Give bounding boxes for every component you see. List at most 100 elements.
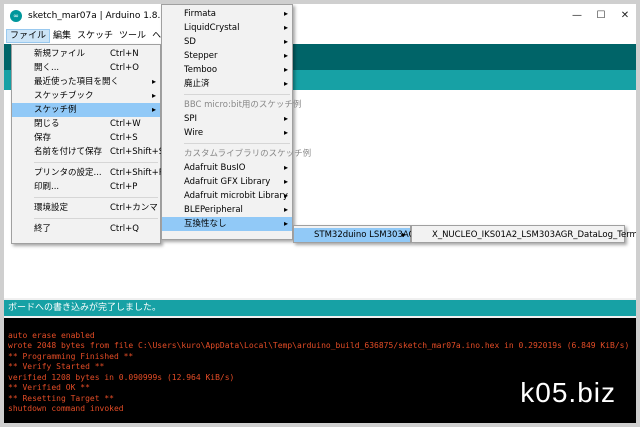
examples-item[interactable]: Firmata ▸ [162, 7, 292, 21]
examples-item[interactable]: SD ▸ [162, 35, 292, 49]
examples-item[interactable]: 廃止済 ▸ [162, 77, 292, 91]
menu-item-label: 名前を付けて保存 [34, 147, 103, 157]
minimize-icon[interactable]: — [570, 8, 584, 22]
menu-item-label: 終了 [34, 224, 52, 234]
menu-item-new[interactable]: 新規ファイル Ctrl+N [12, 47, 160, 61]
menu-item-open-recent[interactable]: 最近使った項目を開く ▸ [12, 75, 160, 89]
menu-item-examples[interactable]: スケッチ例 ▸ [12, 103, 160, 117]
chevron-right-icon: ▸ [151, 105, 156, 114]
console-line: wrote 2048 bytes from file C:\Users\kuro… [8, 341, 630, 350]
menu-sketch[interactable]: スケッチ [74, 29, 116, 43]
console-line: ** Verify Started ** [8, 362, 105, 371]
menu-edit[interactable]: 編集 [50, 29, 74, 43]
menu-item-label: 印刷... [34, 182, 60, 192]
menu-tools[interactable]: ツール [116, 29, 149, 43]
menu-item-label: 新規ファイル [34, 49, 86, 59]
menu-item-label: LiquidCrystal [184, 23, 240, 33]
window-controls: — ☐ ✕ [570, 8, 632, 22]
menu-item-label: SD [184, 37, 196, 47]
menu-item-shortcut: Ctrl+N [110, 49, 139, 59]
examples-item[interactable]: LiquidCrystal ▸ [162, 21, 292, 35]
chevron-right-icon: ▸ [401, 230, 406, 239]
menu-item-shortcut: Ctrl+P [110, 182, 138, 192]
chevron-right-icon: ▸ [283, 65, 288, 74]
examples-item[interactable]: Temboo ▸ [162, 63, 292, 77]
status-message: ボードへの書き込みが完了しました。 [4, 300, 636, 316]
menu-item-open[interactable]: 開く... Ctrl+O [12, 61, 160, 75]
menu-item-label: Wire [184, 128, 204, 138]
chevron-right-icon: ▸ [283, 128, 288, 137]
menu-item-label: 閉じる [34, 119, 60, 129]
menu-item-sketchbook[interactable]: スケッチブック ▸ [12, 89, 160, 103]
file-menu: 新規ファイル Ctrl+N 開く... Ctrl+O 最近使った項目を開く ▸ スケッ… [11, 44, 164, 244]
incompatible-submenu: STM32duino LSM303AGR ▸ [293, 225, 421, 243]
close-icon[interactable]: ✕ [618, 8, 632, 22]
menu-item-label: Firmata [184, 9, 217, 19]
menu-separator [34, 197, 158, 198]
examples-item[interactable]: Wire ▸ [162, 126, 292, 140]
examples-section-header: カスタムライブラリのスケッチ例 [184, 149, 312, 159]
examples-item[interactable]: SPI ▸ [162, 112, 292, 126]
menu-item-label: 廃止済 [184, 79, 210, 89]
menu-item-label: プリンタの設定... [34, 168, 102, 178]
menu-item-label: 環境設定 [34, 203, 69, 213]
chevron-right-icon: ▸ [283, 219, 288, 228]
menu-item-label: SPI [184, 114, 198, 124]
chevron-right-icon: ▸ [151, 91, 156, 100]
chevron-right-icon: ▸ [283, 9, 288, 18]
menu-separator [34, 218, 158, 219]
menu-item-save-as[interactable]: 名前を付けて保存 Ctrl+Shift+S [12, 145, 164, 159]
menu-item-close[interactable]: 閉じる Ctrl+W [12, 117, 160, 131]
menu-file[interactable]: ファイル [6, 29, 51, 43]
menu-item-print[interactable]: 印刷... Ctrl+P [12, 180, 160, 194]
arduino-icon: ∞ [10, 10, 22, 22]
menu-item-label: BLEPeripheral [184, 205, 243, 215]
menu-item-label: X_NUCLEO_IKS01A2_LSM303AGR_DataLog_Termi… [432, 230, 640, 240]
chevron-right-icon: ▸ [283, 191, 288, 200]
menu-item-shortcut: Ctrl+カンマ [110, 203, 158, 213]
chevron-right-icon: ▸ [283, 205, 288, 214]
menu-item-save[interactable]: 保存 Ctrl+S [12, 131, 160, 145]
examples-item[interactable]: BLEPeripheral ▸ [162, 203, 292, 217]
menu-item-preferences[interactable]: 環境設定 Ctrl+カンマ [12, 201, 160, 215]
submenu-item-stm32duino-lsm303agr[interactable]: STM32duino LSM303AGR ▸ [294, 228, 421, 242]
menu-separator [184, 143, 290, 144]
menu-item-label: 保存 [34, 133, 52, 143]
maximize-icon[interactable]: ☐ [594, 8, 608, 22]
menu-bar: ファイル 編集 スケッチ ツール ヘルプ [4, 28, 636, 44]
menu-item-label: スケッチ例 [34, 105, 77, 115]
chevron-right-icon: ▸ [283, 37, 288, 46]
menu-item-label: 互換性なし [184, 219, 227, 229]
examples-item[interactable]: Stepper ▸ [162, 49, 292, 63]
menu-item-shortcut: Ctrl+O [110, 63, 139, 73]
menu-item-label: スケッチブック [34, 91, 94, 101]
menu-item-label: 開く... [34, 63, 60, 73]
title-bar: ∞ sketch_mar07a | Arduino 1.8.13 — ☐ ✕ [4, 4, 636, 28]
menu-item-label: 最近使った項目を開く [34, 77, 120, 87]
examples-item[interactable]: Adafruit microbit Library ▸ [162, 189, 292, 203]
menu-item-label: Adafruit BusIO [184, 163, 246, 173]
menu-item-shortcut: Ctrl+W [110, 119, 141, 129]
menu-separator [34, 162, 158, 163]
examples-item-incompatible[interactable]: 互換性なし ▸ [162, 217, 292, 231]
submenu-item-datalog-terminal[interactable]: X_NUCLEO_IKS01A2_LSM303AGR_DataLog_Termi… [412, 228, 636, 242]
examples-item[interactable]: Adafruit BusIO ▸ [162, 161, 292, 175]
menu-item-shortcut: Ctrl+S [110, 133, 138, 143]
window-title: sketch_mar07a | Arduino 1.8.13 [28, 11, 172, 21]
menu-item-shortcut: Ctrl+Shift+P [110, 168, 164, 178]
menu-item-shortcut: Ctrl+Q [110, 224, 139, 234]
chevron-right-icon: ▸ [283, 79, 288, 88]
chevron-right-icon: ▸ [151, 77, 156, 86]
menu-item-page-setup[interactable]: プリンタの設定... Ctrl+Shift+P [12, 166, 164, 180]
examples-section-header: BBC micro:bit用のスケッチ例 [184, 100, 302, 110]
lsm303agr-submenu: X_NUCLEO_IKS01A2_LSM303AGR_DataLog_Termi… [411, 225, 636, 243]
menu-item-label: Temboo [184, 65, 218, 75]
menu-item-quit[interactable]: 終了 Ctrl+Q [12, 222, 160, 236]
chevron-right-icon: ▸ [283, 51, 288, 60]
menu-item-label: Adafruit GFX Library [184, 177, 271, 187]
console-line: ** Programming Finished ** [8, 351, 134, 361]
examples-item[interactable]: Adafruit GFX Library ▸ [162, 175, 292, 189]
menu-separator [184, 94, 290, 95]
console-output: auto erase enabled wrote 2048 bytes from… [4, 318, 636, 423]
